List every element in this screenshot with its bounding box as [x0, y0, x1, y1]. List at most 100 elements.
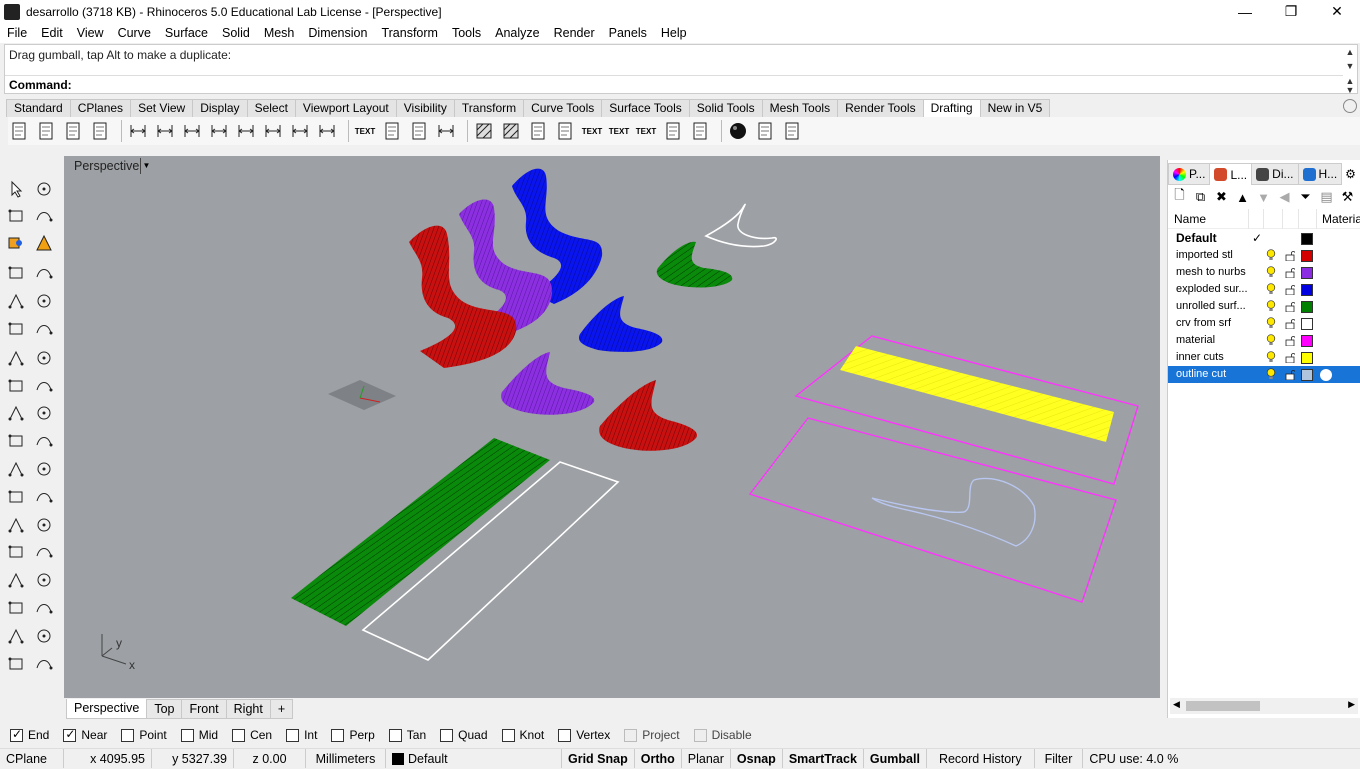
unlock-icon[interactable]: [1285, 318, 1296, 330]
layer-row[interactable]: crv from srf: [1168, 315, 1360, 332]
unlock-icon[interactable]: [1285, 250, 1296, 262]
move-parent-icon[interactable]: ◀: [1277, 189, 1292, 205]
osnap-quad[interactable]: Quad: [440, 728, 488, 742]
record-history-toggle[interactable]: Record History: [927, 749, 1035, 768]
table-icon[interactable]: [689, 120, 711, 142]
osnap-end[interactable]: End: [10, 727, 49, 742]
unrolled-green-strip[interactable]: [291, 438, 550, 626]
hatch-pattern-icon[interactable]: [500, 120, 522, 142]
menu-mesh[interactable]: Mesh: [257, 26, 302, 40]
block-icon[interactable]: [527, 120, 549, 142]
new-sublayer-icon[interactable]: ⧉: [1193, 189, 1208, 205]
offset-icon[interactable]: [4, 541, 28, 563]
layer-row[interactable]: inner cuts: [1168, 349, 1360, 366]
layer-state-icon[interactable]: ▤: [1319, 189, 1334, 205]
move-down-icon[interactable]: ▼: [1256, 190, 1271, 205]
hatch-icon[interactable]: [473, 120, 495, 142]
command-input[interactable]: Command:: [5, 75, 1343, 94]
select-icon[interactable]: [4, 178, 28, 200]
osnap-cen[interactable]: Cen: [232, 728, 272, 742]
osnap-project[interactable]: Project: [624, 728, 680, 742]
visibility-bulb-icon[interactable]: [1266, 368, 1276, 380]
layer-row[interactable]: mesh to nurbs: [1168, 264, 1360, 281]
unlock-icon[interactable]: [1285, 301, 1296, 313]
join-icon[interactable]: [4, 514, 28, 536]
panel-tab-help[interactable]: H...: [1297, 163, 1343, 185]
star-icon[interactable]: [32, 653, 56, 675]
tab-cplanes[interactable]: CPlanes: [69, 99, 132, 117]
new-layer-icon[interactable]: 🗋: [1172, 187, 1187, 205]
page-icon[interactable]: [62, 120, 84, 142]
status-units[interactable]: Millimeters: [306, 749, 386, 768]
menu-help[interactable]: Help: [654, 26, 694, 40]
osnap-tan[interactable]: Tan: [388, 728, 426, 742]
tab-standard[interactable]: Standard: [6, 99, 71, 117]
gumball-toggle[interactable]: Gumball: [864, 749, 927, 768]
visibility-bulb-icon[interactable]: [1266, 283, 1276, 295]
dim-diameter-icon[interactable]: [262, 120, 284, 142]
mesh-icon[interactable]: [32, 625, 56, 647]
menu-surface[interactable]: Surface: [158, 26, 215, 40]
osnap-checkbox[interactable]: [388, 728, 402, 742]
tab-visibility[interactable]: Visibility: [395, 99, 455, 117]
osnap-checkbox[interactable]: [440, 728, 454, 742]
unlock-icon[interactable]: [1285, 267, 1296, 279]
panel-tab-properties[interactable]: P...: [1168, 163, 1211, 185]
minimize-button[interactable]: —: [1222, 0, 1268, 23]
cylinder-icon[interactable]: [32, 597, 56, 619]
status-layer[interactable]: Default: [386, 749, 562, 768]
layer-color-swatch[interactable]: [1301, 369, 1313, 381]
layer-row[interactable]: Default ✓: [1168, 230, 1360, 247]
sweep-icon[interactable]: [4, 430, 28, 452]
text-object-icon[interactable]: TEXT: [581, 120, 603, 142]
menu-panels[interactable]: Panels: [602, 26, 654, 40]
text-icon[interactable]: TEXT: [354, 120, 376, 142]
ortho-toggle[interactable]: Ortho: [635, 749, 682, 768]
tab-select[interactable]: Select: [246, 99, 296, 117]
loft-icon[interactable]: [32, 430, 56, 452]
split-icon[interactable]: [32, 486, 56, 508]
layer-name[interactable]: material: [1176, 334, 1258, 346]
visibility-bulb-icon[interactable]: [1266, 266, 1276, 278]
viewport-menu-dropdown-icon[interactable]: ▼: [140, 158, 152, 174]
tab-drafting[interactable]: Drafting: [922, 99, 981, 117]
unrolled-green-piece[interactable]: [656, 241, 733, 288]
scale-icon[interactable]: [32, 205, 56, 227]
current-layer-check-icon[interactable]: ✓: [1252, 231, 1262, 245]
layer-color-swatch[interactable]: [1301, 301, 1313, 313]
visibility-bulb-icon[interactable]: [1266, 300, 1276, 312]
layer-color-swatch[interactable]: [1301, 352, 1313, 364]
layer-row[interactable]: exploded sur...: [1168, 281, 1360, 298]
unrolled-blue-piece[interactable]: [578, 296, 663, 352]
array-icon[interactable]: [32, 541, 56, 563]
history-scroll-down[interactable]: ▼: [1343, 61, 1357, 71]
curve-icon[interactable]: [32, 347, 56, 369]
annotation-icon[interactable]: [554, 120, 576, 142]
layer-color-swatch[interactable]: [1301, 318, 1313, 330]
tab-display[interactable]: Display: [192, 99, 248, 117]
dim-aligned-icon[interactable]: [154, 120, 176, 142]
gumball-icon[interactable]: [4, 232, 28, 254]
dim-icon[interactable]: [4, 402, 28, 424]
balloon-icon[interactable]: [408, 120, 430, 142]
tab-new-in-v5[interactable]: New in V5: [979, 99, 1051, 117]
boolean-icon[interactable]: [4, 625, 28, 647]
scroll-thumb[interactable]: [1186, 701, 1260, 711]
select-points-icon[interactable]: [32, 178, 56, 200]
osnap-disable[interactable]: Disable: [693, 728, 752, 742]
curve-control-points-icon[interactable]: [32, 262, 56, 284]
unlock-icon[interactable]: [1285, 369, 1296, 381]
layer-name[interactable]: inner cuts: [1176, 351, 1258, 363]
material-icon[interactable]: [1320, 369, 1332, 381]
osnap-checkbox[interactable]: [286, 728, 300, 742]
smarttrack-toggle[interactable]: SmartTrack: [783, 749, 864, 768]
tab-curve-tools[interactable]: Curve Tools: [523, 99, 603, 117]
osnap-checkbox[interactable]: [180, 728, 194, 742]
osnap-checkbox[interactable]: [501, 728, 515, 742]
menu-edit[interactable]: Edit: [34, 26, 70, 40]
tab-viewport-layout[interactable]: Viewport Layout: [294, 99, 397, 117]
filter-icon[interactable]: ⏷: [1298, 189, 1313, 205]
layer-color-swatch[interactable]: [1301, 233, 1313, 245]
rotate-icon[interactable]: [32, 402, 56, 424]
line-icon[interactable]: [4, 347, 28, 369]
